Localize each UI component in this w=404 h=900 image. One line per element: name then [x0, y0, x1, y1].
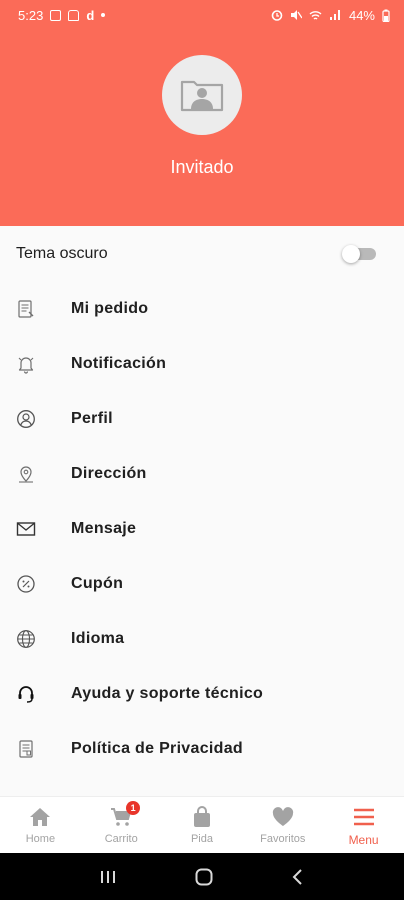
app-notification-icon — [68, 9, 80, 21]
nav-pida[interactable]: Pida — [162, 797, 243, 853]
menu-item-ayuda[interactable]: Ayuda y soporte técnico — [0, 666, 404, 721]
globe-icon — [15, 628, 37, 650]
menu-item-mi-pedido[interactable]: Mi pedido — [0, 281, 404, 336]
user-photo-icon — [180, 80, 224, 112]
nav-carrito[interactable]: 1 Carrito — [81, 797, 162, 853]
nav-favoritos[interactable]: Favoritos — [242, 797, 323, 853]
menu-item-privacidad[interactable]: Política de Privacidad — [0, 721, 404, 776]
menu-item-direccion[interactable]: Dirección — [0, 446, 404, 501]
battery-icon — [382, 9, 390, 22]
status-right: 44% — [271, 8, 390, 23]
more-notifications-icon — [101, 13, 106, 17]
gallery-notification-icon — [50, 9, 62, 21]
envelope-icon — [15, 518, 37, 540]
menu-label-ayuda: Ayuda y soporte técnico — [71, 684, 264, 702]
menu-label-privacidad: Política de Privacidad — [71, 739, 243, 757]
dark-mode-label: Tema oscuro — [16, 244, 108, 262]
system-nav-bar — [0, 853, 404, 900]
menu-label-direccion: Dirección — [71, 464, 147, 482]
menu-label-idioma: Idioma — [71, 629, 125, 647]
cart-icon: 1 — [110, 801, 141, 829]
bag-icon — [192, 805, 212, 829]
menu-label-perfil: Perfil — [71, 409, 113, 427]
nav-menu[interactable]: Menu — [323, 797, 404, 853]
coupon-icon — [15, 573, 37, 595]
nav-carrito-label: Carrito — [104, 833, 138, 845]
signal-icon — [329, 10, 340, 20]
menu-label-notificacion: Notificación — [71, 354, 167, 372]
nav-pida-label: Pida — [190, 833, 213, 845]
side-menu: Tema oscuro Mi pedido Notificación Perfi… — [0, 226, 404, 796]
nav-menu-label: Menu — [348, 833, 379, 847]
location-pin-icon — [15, 463, 37, 485]
menu-item-perfil[interactable]: Perfil — [0, 391, 404, 446]
menu-item-cupon[interactable]: Cupón — [0, 556, 404, 611]
dark-mode-toggle[interactable] — [342, 243, 378, 265]
status-time: 5:23 — [18, 7, 44, 23]
home-icon — [29, 805, 51, 829]
status-left: 5:23 d — [18, 7, 106, 23]
mute-icon — [290, 10, 302, 20]
carrier-icon: d — [86, 7, 95, 23]
menu-item-mensaje[interactable]: Mensaje — [0, 501, 404, 556]
cart-badge: 1 — [126, 801, 141, 815]
dark-mode-row: Tema oscuro — [0, 226, 404, 281]
alarm-icon — [271, 10, 283, 21]
headset-icon — [15, 683, 37, 705]
heart-icon — [272, 805, 294, 829]
avatar[interactable] — [162, 55, 242, 135]
profile-icon — [15, 408, 37, 430]
menu-icon — [353, 805, 375, 829]
menu-label-cupon: Cupón — [71, 574, 124, 592]
menu-item-notificacion[interactable]: Notificación — [0, 336, 404, 391]
nav-home-label: Home — [25, 833, 56, 845]
nav-home[interactable]: Home — [0, 797, 81, 853]
toggle-knob — [342, 244, 360, 263]
document-icon — [15, 738, 37, 760]
menu-label-mi-pedido: Mi pedido — [71, 299, 149, 317]
back-icon[interactable] — [291, 868, 305, 886]
bell-icon — [15, 353, 37, 375]
bottom-nav: Home 1 Carrito Pida Favoritos Menu — [0, 796, 404, 853]
menu-item-idioma[interactable]: Idioma — [0, 611, 404, 666]
recent-apps-icon[interactable] — [99, 869, 117, 885]
status-bar: 5:23 d 44% — [0, 0, 404, 30]
menu-label-mensaje: Mensaje — [71, 519, 137, 537]
home-system-icon[interactable] — [194, 867, 214, 887]
nav-favoritos-label: Favoritos — [260, 833, 306, 845]
order-list-icon — [15, 298, 37, 320]
username: Invitado — [170, 157, 234, 177]
profile-header: Invitado — [0, 30, 404, 226]
battery-percent: 44% — [348, 7, 375, 23]
wifi-icon — [309, 11, 322, 20]
